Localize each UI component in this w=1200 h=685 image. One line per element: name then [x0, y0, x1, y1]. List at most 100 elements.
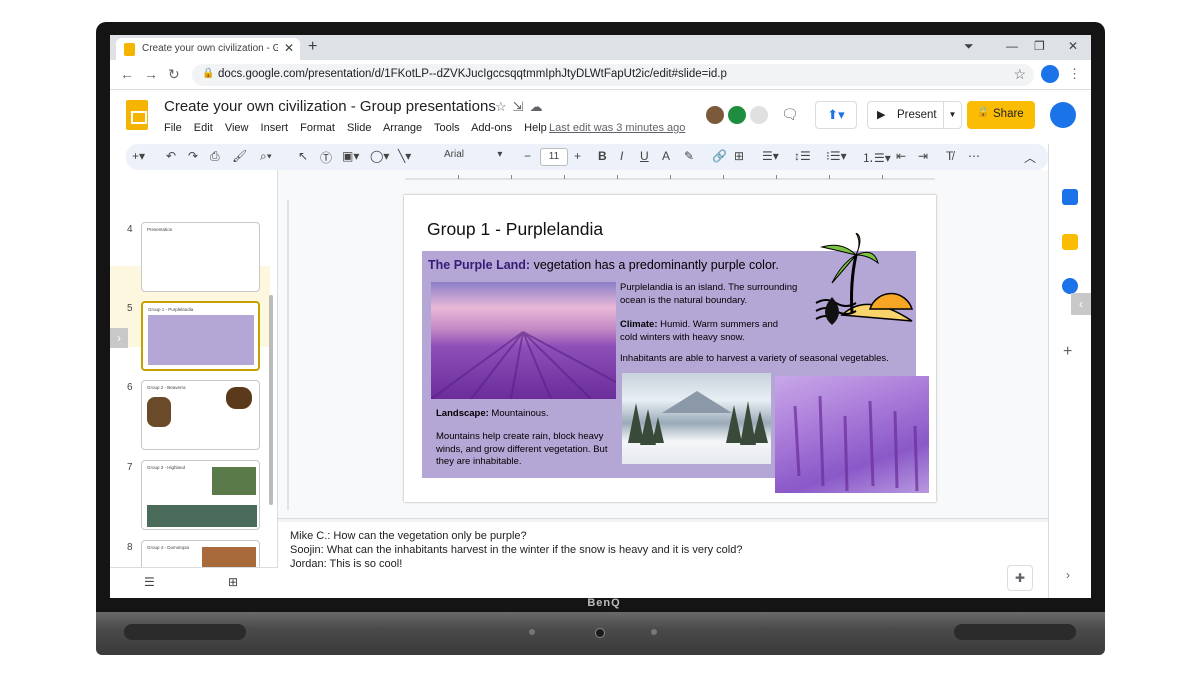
- menu-addons[interactable]: Add-ons: [471, 122, 512, 134]
- line-icon[interactable]: ╲▾: [398, 149, 411, 163]
- reload-icon[interactable]: ↻: [168, 66, 180, 83]
- cloud-status-icon[interactable]: ☁: [530, 99, 549, 114]
- speaker-notes[interactable]: Mike C.: How can the vegetation only be …: [278, 522, 1048, 598]
- share-button[interactable]: 🔒 Share: [967, 101, 1035, 129]
- align-icon[interactable]: ☰▾: [762, 149, 779, 163]
- document-title[interactable]: Create your own civilization - Group pre…: [164, 98, 496, 115]
- collapse-filmstrip-icon[interactable]: ›: [110, 328, 128, 348]
- harvest-text[interactable]: Inhabitants are able to harvest a variet…: [620, 353, 920, 366]
- increase-indent-icon[interactable]: ⇥: [918, 149, 928, 163]
- redo-icon[interactable]: ↷: [188, 149, 198, 163]
- menu-slide[interactable]: Slide: [347, 122, 371, 134]
- zoom-icon[interactable]: ⌕▾: [260, 149, 272, 164]
- forward-icon[interactable]: →: [144, 66, 158, 82]
- collapse-toolbar-icon[interactable]: ︿: [1024, 149, 1036, 166]
- maximize-icon[interactable]: ❐: [1034, 39, 1045, 53]
- current-slide[interactable]: Group 1 - Purplelandia The Purple Land: …: [404, 195, 936, 502]
- slides-logo-icon[interactable]: [126, 100, 148, 130]
- show-side-panel-icon[interactable]: ›: [1066, 568, 1070, 582]
- filmstrip-scrollbar[interactable]: [269, 295, 273, 505]
- expand-panel-icon[interactable]: ‹: [1071, 293, 1091, 315]
- print-icon[interactable]: ⎙: [210, 149, 220, 164]
- url-field[interactable]: 🔒 docs.google.com/presentation/d/1FKotLP…: [192, 64, 1034, 86]
- bulleted-list-icon[interactable]: ⁝☰▾: [826, 149, 847, 163]
- user-avatar[interactable]: [1050, 102, 1076, 128]
- menu-help[interactable]: Help: [524, 122, 547, 134]
- slide-heading[interactable]: The Purple Land: vegetation has a predom…: [428, 258, 779, 272]
- slide-thumbnail[interactable]: Group 2 - Beaverra: [141, 380, 260, 450]
- slide-title[interactable]: Group 1 - Purplelandia: [427, 219, 603, 240]
- comments-icon[interactable]: 🗨: [781, 106, 799, 123]
- menu-edit[interactable]: Edit: [194, 122, 213, 134]
- profile-dropdown-icon[interactable]: ⏷: [964, 39, 974, 54]
- tasks-icon[interactable]: [1062, 278, 1078, 294]
- decrease-font-icon[interactable]: −: [524, 149, 531, 163]
- meet-present-button[interactable]: ⬆▾: [815, 101, 857, 129]
- slide-thumbnail[interactable]: Presentation: [141, 222, 260, 292]
- climate-text[interactable]: Climate: Humid. Warm summers and cold wi…: [620, 319, 780, 344]
- new-tab-icon[interactable]: +: [308, 38, 317, 56]
- text-box-icon[interactable]: Ⓣ: [320, 149, 332, 166]
- add-addon-icon[interactable]: +: [1063, 343, 1072, 361]
- slide-thumbnail-selected[interactable]: Group 1 - Purplelandia: [141, 301, 260, 371]
- heading-bold: The Purple Land:: [428, 258, 531, 272]
- grid-view-icon[interactable]: ⊞: [228, 575, 238, 589]
- horizontal-ruler: [405, 172, 935, 180]
- collaborator-avatar[interactable]: [704, 104, 726, 126]
- island-palm-drawing[interactable]: [812, 233, 916, 329]
- browser-menu-icon[interactable]: ⋮: [1068, 66, 1081, 82]
- move-folder-icon[interactable]: ⇲: [513, 99, 530, 114]
- back-icon[interactable]: ←: [120, 66, 134, 82]
- clear-formatting-icon[interactable]: T̸: [946, 149, 953, 163]
- collaborator-avatar[interactable]: [748, 104, 770, 126]
- menu-insert[interactable]: Insert: [261, 122, 289, 134]
- comment-add-icon[interactable]: ⊞: [734, 149, 744, 163]
- lavender-closeup-image[interactable]: [775, 376, 929, 493]
- shape-icon[interactable]: ◯▾: [370, 149, 389, 163]
- star-icon[interactable]: ☆: [495, 99, 513, 114]
- increase-font-icon[interactable]: +: [574, 149, 581, 163]
- underline-icon[interactable]: U: [640, 149, 649, 163]
- line-spacing-icon[interactable]: ↕☰: [794, 149, 811, 163]
- filmstrip-view-icon[interactable]: ☰: [144, 575, 155, 589]
- image-icon[interactable]: ▣▾: [342, 149, 359, 163]
- bold-icon[interactable]: B: [598, 149, 607, 163]
- keep-icon[interactable]: [1062, 234, 1078, 250]
- menu-arrange[interactable]: Arrange: [383, 122, 422, 134]
- calendar-icon[interactable]: [1062, 189, 1078, 205]
- browser-profile-avatar[interactable]: [1041, 65, 1059, 83]
- menu-file[interactable]: File: [164, 122, 182, 134]
- text-color-icon[interactable]: A: [662, 149, 670, 163]
- bookmark-star-icon[interactable]: ☆: [1013, 66, 1026, 83]
- select-icon[interactable]: ↖: [298, 149, 308, 163]
- present-button[interactable]: ▶ Present ▼: [867, 101, 962, 129]
- italic-icon[interactable]: I: [620, 149, 623, 163]
- undo-icon[interactable]: ↶: [166, 149, 176, 163]
- menu-format[interactable]: Format: [300, 122, 335, 134]
- lavender-field-image[interactable]: [430, 282, 617, 400]
- last-edit-link[interactable]: Last edit was 3 minutes ago: [549, 122, 685, 134]
- new-slide-icon[interactable]: +▾: [132, 149, 145, 163]
- paint-format-icon[interactable]: 🖌: [232, 149, 247, 163]
- browser-tab[interactable]: Create your own civilization - Gro ✕: [116, 38, 300, 60]
- numbered-list-icon[interactable]: ⒈☰▾: [862, 149, 891, 166]
- collaborator-avatar[interactable]: [726, 104, 748, 126]
- explore-icon[interactable]: ✚: [1007, 565, 1033, 591]
- font-selector[interactable]: Arial ▾: [444, 149, 502, 160]
- link-icon[interactable]: 🔗: [712, 149, 727, 163]
- highlight-icon[interactable]: ✎: [684, 149, 694, 163]
- snowy-forest-image[interactable]: [622, 373, 771, 464]
- minimize-icon[interactable]: —: [1006, 39, 1018, 53]
- close-tab-icon[interactable]: ✕: [284, 41, 294, 55]
- island-text[interactable]: Purplelandia is an island. The surroundi…: [620, 282, 820, 307]
- mountains-text[interactable]: Mountains help create rain, block heavy …: [436, 431, 614, 469]
- more-options-icon[interactable]: ⋯: [968, 149, 980, 163]
- decrease-indent-icon[interactable]: ⇤: [896, 149, 906, 163]
- menu-tools[interactable]: Tools: [434, 122, 460, 134]
- present-dropdown-icon[interactable]: ▼: [943, 102, 961, 128]
- menu-view[interactable]: View: [225, 122, 249, 134]
- landscape-text[interactable]: Landscape: Mountainous.: [436, 408, 616, 421]
- close-window-icon[interactable]: ✕: [1068, 39, 1078, 53]
- font-size-field[interactable]: 11: [540, 148, 568, 166]
- slide-thumbnail[interactable]: Group 3 - Highland: [141, 460, 260, 530]
